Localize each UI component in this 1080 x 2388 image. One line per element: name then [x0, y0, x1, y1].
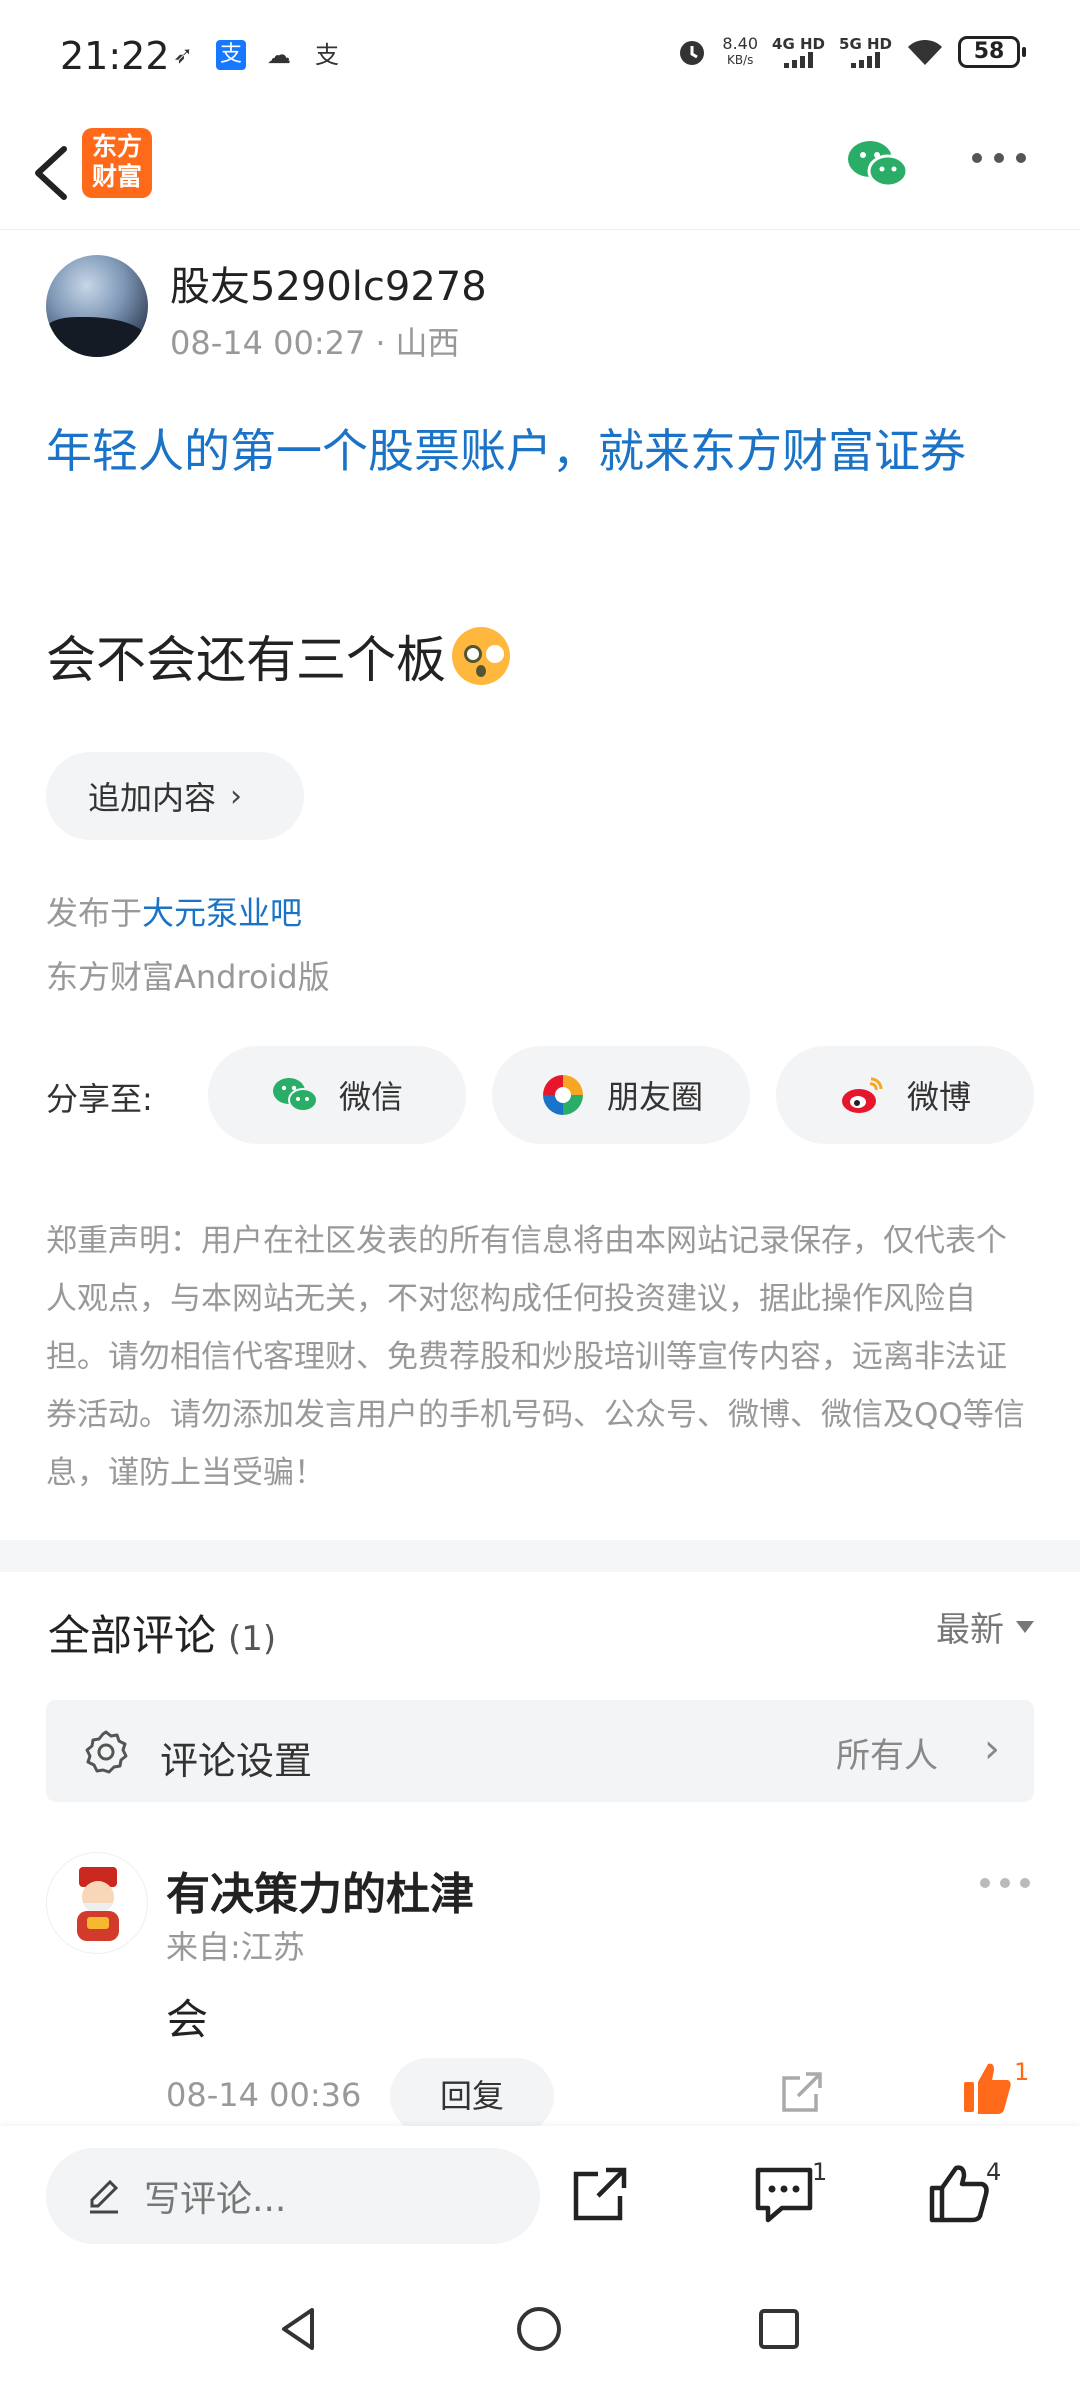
- sort-dropdown[interactable]: 最新: [936, 1602, 1034, 1651]
- share-wechat-button[interactable]: 微信: [208, 1046, 466, 1144]
- caret-down-icon: [1016, 1620, 1034, 1633]
- comment-bubble-icon[interactable]: [752, 2162, 816, 2226]
- alarm-icon: [680, 41, 705, 65]
- system-home-icon[interactable]: [514, 2304, 564, 2354]
- moments-icon: [542, 1075, 583, 1115]
- commenter-avatar[interactable]: [46, 1852, 148, 1954]
- write-comment-input[interactable]: 写评论...: [46, 2148, 540, 2244]
- client-info: 东方财富Android版: [46, 958, 330, 996]
- disclaimer-text: 郑重声明：用户在社区发表的所有信息将由本网站记录保存，仅代表个人观点，与本网站无…: [46, 1223, 1025, 1491]
- more-options-icon[interactable]: [972, 153, 1026, 163]
- alipay-text-icon: 支: [315, 41, 339, 69]
- thumbs-up-icon[interactable]: [962, 2060, 1014, 2116]
- commenter-location: 来自:江苏: [166, 1928, 305, 1966]
- write-comment-placeholder: 写评论...: [144, 2179, 287, 2220]
- comment-settings-value: 所有人: [836, 1736, 938, 1776]
- system-nav-bar: [0, 2270, 1080, 2388]
- share-label: 分享至:: [46, 1080, 153, 1118]
- share-icon[interactable]: [776, 2068, 826, 2118]
- system-back-icon[interactable]: [274, 2304, 324, 2354]
- share-icon[interactable]: [568, 2162, 632, 2226]
- author-name[interactable]: 股友5290lc9278: [170, 254, 487, 312]
- eastmoney-logo: 东方 财富: [82, 128, 152, 198]
- comment-like-count: 1: [1014, 2058, 1030, 2086]
- top-nav-bar: 东方 财富: [0, 115, 1080, 230]
- network-speed: 8.40 KB/s: [722, 34, 759, 68]
- comment-count-badge: 1: [812, 2158, 828, 2186]
- section-divider: [0, 1540, 1080, 1572]
- reply-button[interactable]: 回复: [390, 2058, 554, 2134]
- wechat-icon: [272, 1078, 318, 1112]
- post-body: 会不会还有三个板: [46, 620, 510, 692]
- signal-5g: 5G HD: [839, 36, 892, 68]
- chevron-right-icon: ›: [230, 778, 243, 814]
- comment-more-icon[interactable]: [980, 1878, 1030, 1888]
- post-meta: 08-14 00:27 · 山西: [170, 318, 460, 364]
- forum-link[interactable]: 大元泵业吧: [142, 894, 302, 932]
- back-arrow-icon[interactable]: [24, 141, 84, 205]
- share-moments-button[interactable]: 朋友圈: [492, 1046, 750, 1144]
- dizzy-face-emoji-icon: [452, 627, 510, 685]
- author-avatar[interactable]: [46, 255, 148, 357]
- promo-link[interactable]: 年轻人的第一个股票账户，就来东方财富证券: [46, 412, 1046, 490]
- post-text: 会不会还有三个板: [46, 631, 446, 689]
- status-bar: 21:22 ➶ 支 ☁ 支 8.40 KB/s 4G HD 5G HD 58: [0, 0, 1080, 115]
- signal-4g: 4G HD: [772, 36, 825, 68]
- pencil-icon: [90, 2179, 119, 2214]
- notification-icons: ➶ 支 ☁ 支: [168, 40, 342, 70]
- like-count-badge: 4: [986, 2158, 1002, 2186]
- status-time: 21:22: [60, 34, 170, 78]
- append-content-button[interactable]: 追加内容 ›: [46, 752, 304, 840]
- alipay-icon: 支: [216, 40, 246, 70]
- meta-separator: ·: [375, 324, 386, 362]
- navigation-icon: ➶: [172, 41, 194, 69]
- god-of-wealth-avatar-icon: [77, 1867, 119, 1941]
- gear-icon: [85, 1730, 128, 1774]
- wechat-share-icon[interactable]: [846, 135, 910, 195]
- comment-text: 会: [166, 1995, 209, 2044]
- chevron-right-icon: ›: [984, 1726, 1000, 1772]
- battery-indicator: 58: [958, 36, 1026, 68]
- post-date: 08-14 00:27: [170, 324, 366, 362]
- thumbs-up-outline-icon[interactable]: [928, 2162, 992, 2226]
- weibo-icon: [841, 1077, 883, 1113]
- post-location: 山西: [395, 324, 460, 362]
- system-recents-icon[interactable]: [754, 2304, 804, 2354]
- share-weibo-button[interactable]: 微博: [776, 1046, 1034, 1144]
- comment-time: 08-14 00:36: [166, 2076, 362, 2114]
- comments-count: (1): [228, 1619, 277, 1659]
- status-right: 8.40 KB/s 4G HD 5G HD 58: [676, 34, 1026, 68]
- published-in: 发布于大元泵业吧: [46, 894, 303, 932]
- comment-settings-label: 评论设置: [160, 1739, 313, 1783]
- wifi-icon: [908, 39, 942, 65]
- comments-header: 全部评论 (1): [48, 1611, 277, 1660]
- comment-settings-row[interactable]: 评论设置 所有人 ›: [46, 1700, 1034, 1802]
- commenter-name[interactable]: 有决策力的杜津: [166, 1858, 474, 1922]
- cloud-icon: ☁: [267, 41, 291, 69]
- bottom-action-bar: 写评论... 1 4: [0, 2126, 1080, 2270]
